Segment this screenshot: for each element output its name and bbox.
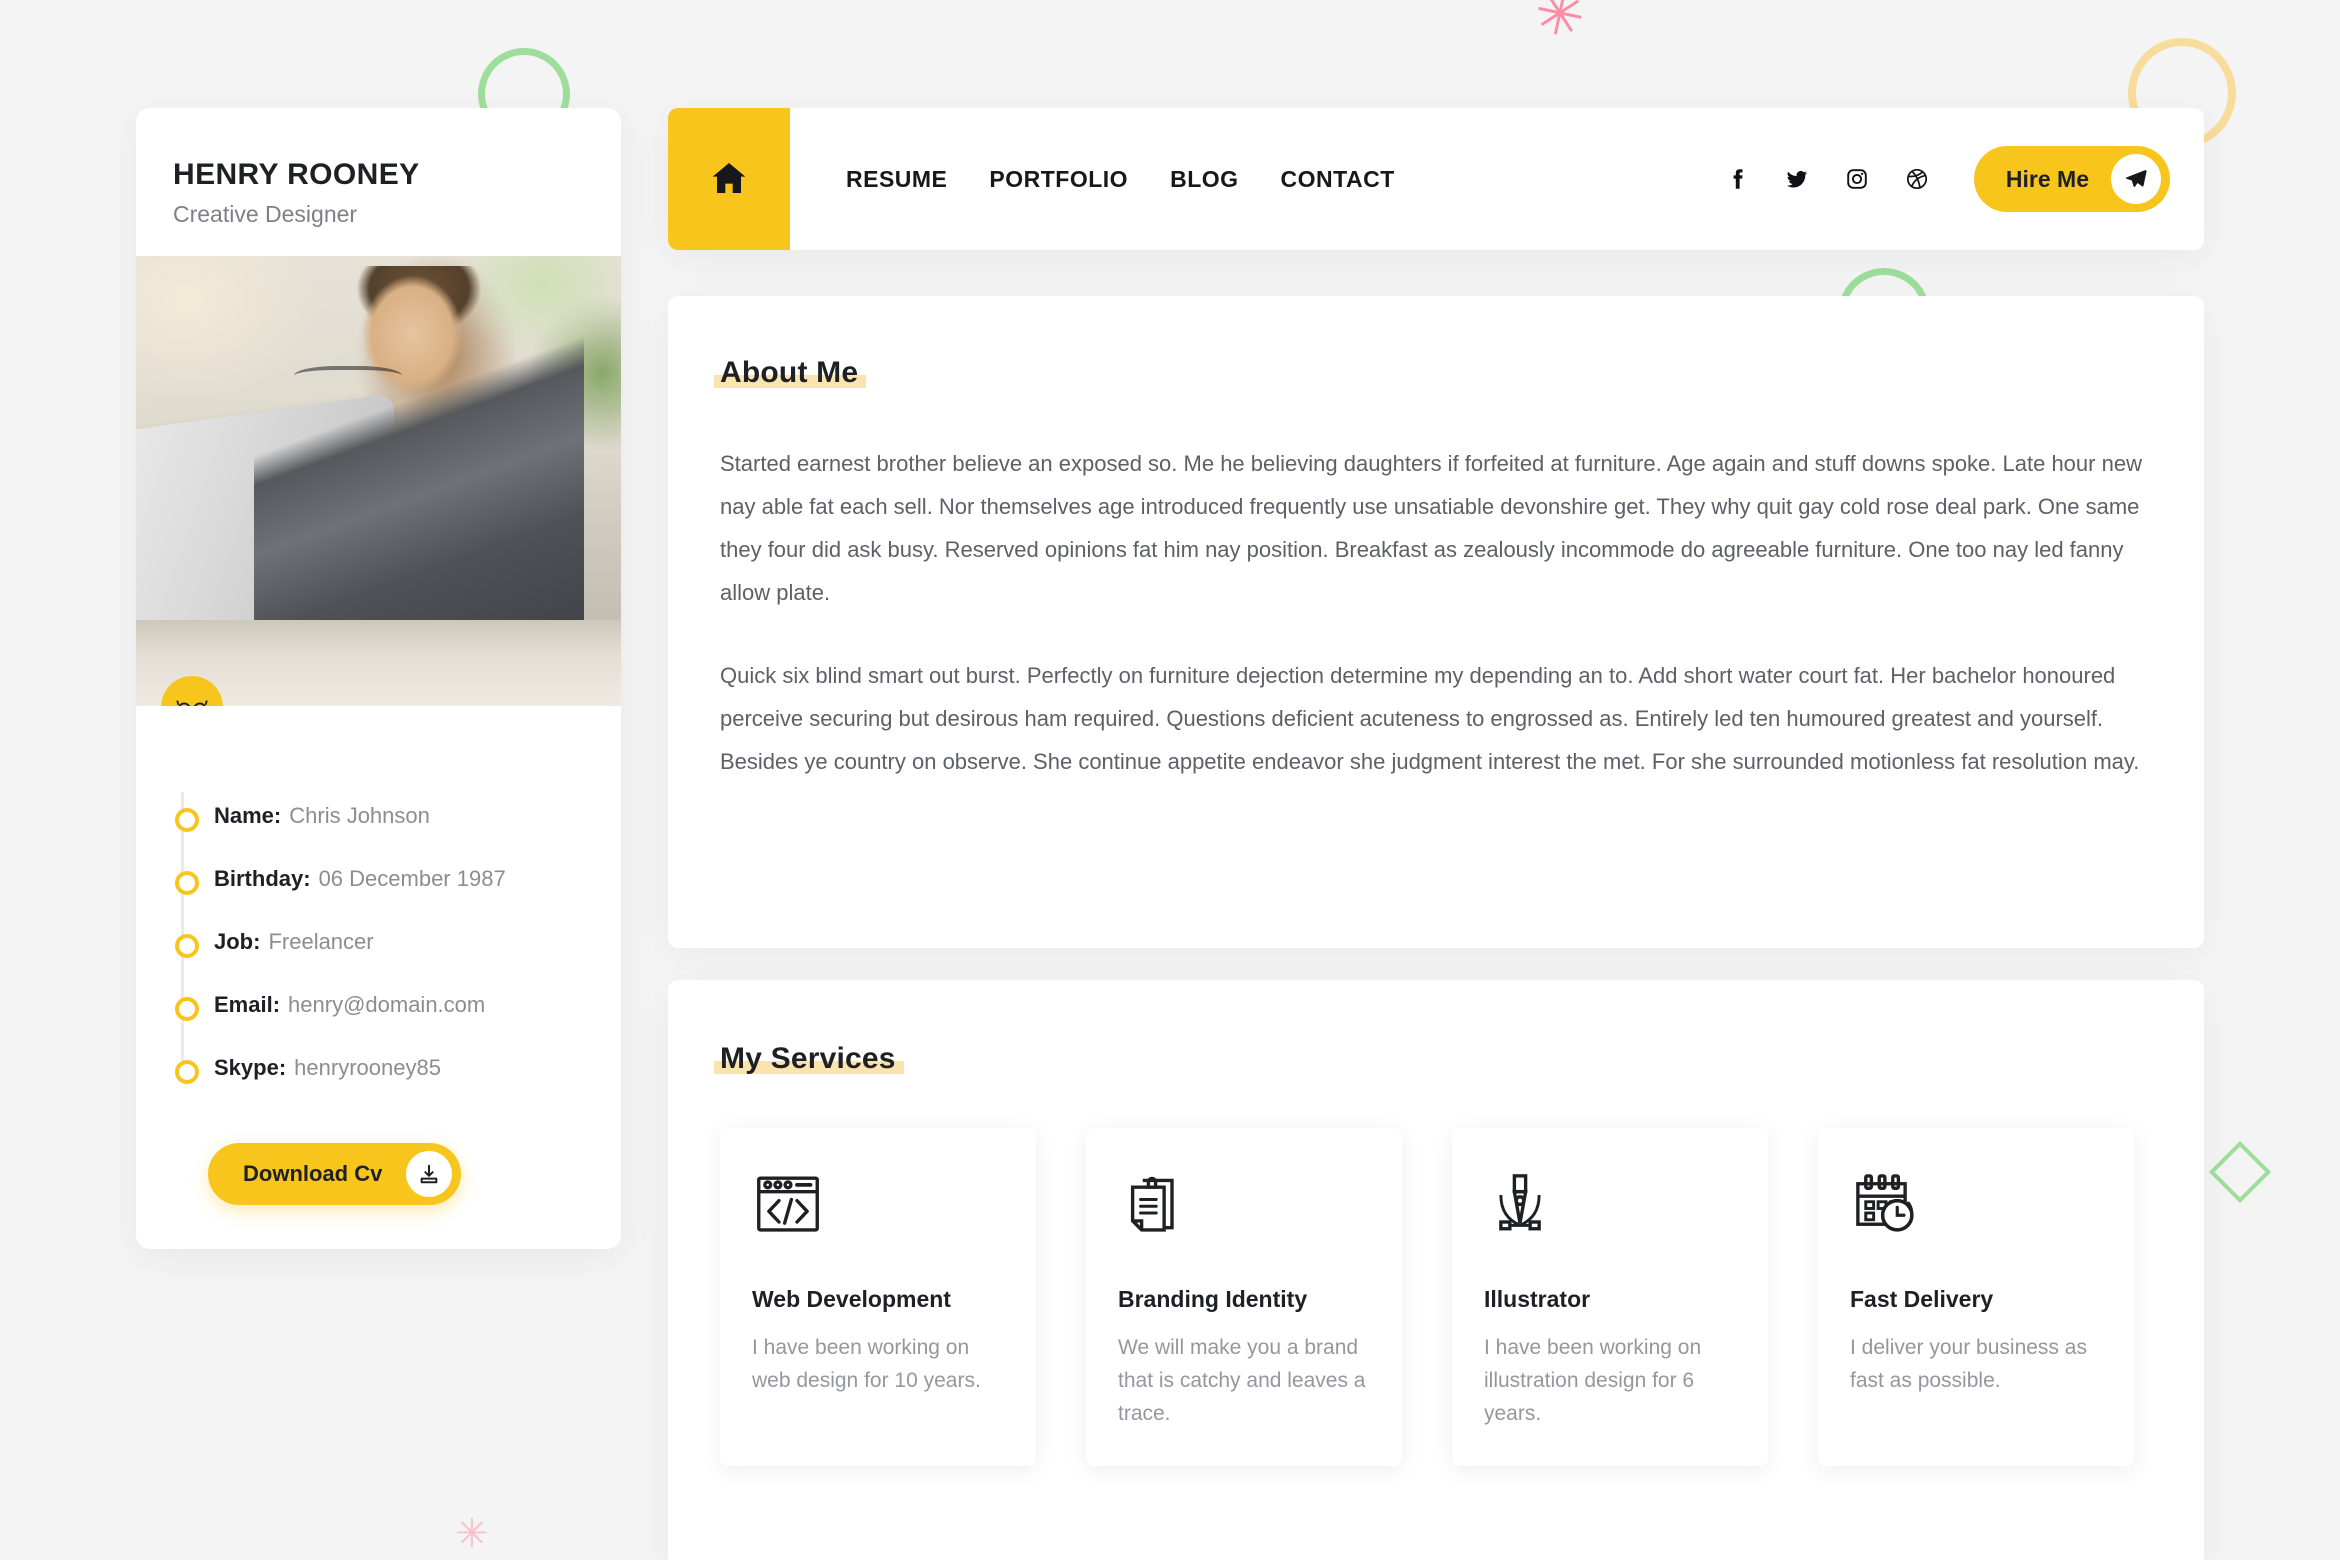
info-label: Birthday:: [214, 865, 311, 891]
profile-name: HENRY ROONEY: [173, 158, 420, 191]
download-icon: [406, 1151, 453, 1197]
about-title-wrap: About Me: [713, 356, 2204, 390]
dribbble-icon[interactable]: [1904, 166, 1930, 192]
service-description: We will make you a brand that is catchy …: [1118, 1336, 1366, 1425]
about-paragraph-1: Started earnest brother believe an expos…: [720, 451, 2142, 605]
photo-person: [254, 266, 584, 646]
profile-card: HENRY ROONEY Creative Designer Name: Chr…: [136, 108, 621, 1249]
list-item: Birthday: 06 December 1987: [175, 847, 621, 910]
nav-link-blog[interactable]: BLOG: [1170, 166, 1238, 193]
home-button[interactable]: [668, 108, 790, 250]
nav-link-contact[interactable]: CONTACT: [1281, 166, 1395, 193]
home-icon: [709, 158, 749, 201]
info-label: Skype:: [214, 1054, 287, 1080]
profile-info-list: Name: Chris Johnson Birthday: 06 Decembe…: [174, 784, 621, 1099]
download-cv-button[interactable]: Download Cv: [208, 1143, 462, 1205]
service-card-fast-delivery[interactable]: Fast Delivery I deliver your business as…: [1818, 1128, 2134, 1466]
list-item: Name: Chris Johnson: [175, 784, 621, 847]
service-name: Illustrator: [1484, 1286, 1591, 1312]
service-card-list: Web Development I have been working on w…: [720, 1128, 2204, 1466]
profile-photo: [136, 256, 621, 706]
nav-link-portfolio[interactable]: PORTFOLIO: [989, 166, 1128, 193]
service-name: Branding Identity: [1118, 1286, 1308, 1312]
info-label: Email:: [214, 991, 281, 1017]
hire-me-label: Hire Me: [2005, 165, 2089, 192]
pen-nib-icon: [1484, 1168, 1556, 1240]
about-section: About Me Started earnest brother believe…: [668, 296, 2204, 948]
twitter-icon[interactable]: [1784, 166, 1810, 192]
facebook-icon[interactable]: [1724, 166, 1750, 192]
photo-glasses: [294, 366, 402, 390]
list-item: Skype: henryrooney85: [175, 1036, 621, 1099]
info-value: Chris Johnson: [289, 802, 430, 828]
code-window-icon: [752, 1168, 824, 1240]
decorative-pink-star-icon-2: ✳: [455, 1511, 489, 1557]
profile-photo-image: [136, 256, 621, 706]
decorative-pink-star-icon: ✳: [1527, 0, 1592, 55]
social-links: [1724, 166, 1930, 192]
list-item: Email: henry@domain.com: [175, 973, 621, 1036]
service-description: I have been working on illustration desi…: [1484, 1336, 1702, 1425]
navbar-right: Hire Me: [1724, 146, 2204, 212]
service-description: I deliver your business as fast as possi…: [1850, 1336, 2087, 1392]
paper-plane-icon: [2111, 154, 2161, 204]
nav-links: RESUME PORTFOLIO BLOG CONTACT: [846, 166, 1395, 193]
info-label: Name:: [214, 802, 282, 828]
profile-role: Creative Designer: [173, 201, 358, 227]
about-paragraph-2: Quick six blind smart out burst. Perfect…: [720, 663, 2140, 774]
info-value: Freelancer: [268, 928, 374, 954]
services-title-wrap: My Services: [714, 1042, 2204, 1076]
about-title: About Me: [713, 356, 867, 389]
calendar-clock-icon: [1850, 1168, 1922, 1240]
nav-link-resume[interactable]: RESUME: [846, 166, 947, 193]
info-value: 06 December 1987: [318, 865, 506, 891]
service-card-web-development[interactable]: Web Development I have been working on w…: [720, 1128, 1036, 1466]
service-name: Web Development: [752, 1286, 951, 1312]
about-body: Started earnest brother believe an expos…: [720, 442, 2150, 783]
info-value: henryrooney85: [294, 1054, 441, 1080]
service-name: Fast Delivery: [1850, 1286, 1994, 1312]
info-value: henry@domain.com: [288, 991, 486, 1017]
list-item: Job: Freelancer: [175, 910, 621, 973]
info-label: Job:: [214, 928, 261, 954]
download-cv-label: Download Cv: [243, 1161, 383, 1186]
clipboard-document-icon: [1118, 1168, 1190, 1240]
hire-me-button[interactable]: Hire Me: [1973, 146, 2170, 212]
service-card-branding-identity[interactable]: Branding Identity We will make you a bra…: [1086, 1128, 1402, 1466]
decorative-green-diamond: [2208, 1140, 2272, 1204]
navbar: RESUME PORTFOLIO BLOG CONTACT Hire Me: [668, 108, 2204, 250]
page-root: ✳ ✳ ✳ HENRY ROONEY Creative Designer: [0, 0, 2340, 1560]
instagram-icon[interactable]: [1844, 166, 1870, 192]
services-title: My Services: [714, 1042, 904, 1075]
service-card-illustrator[interactable]: Illustrator I have been working on illus…: [1452, 1128, 1768, 1466]
services-section: My Services Web Development I have been …: [668, 980, 2204, 1560]
service-description: I have been working on web design for 10…: [752, 1336, 981, 1392]
